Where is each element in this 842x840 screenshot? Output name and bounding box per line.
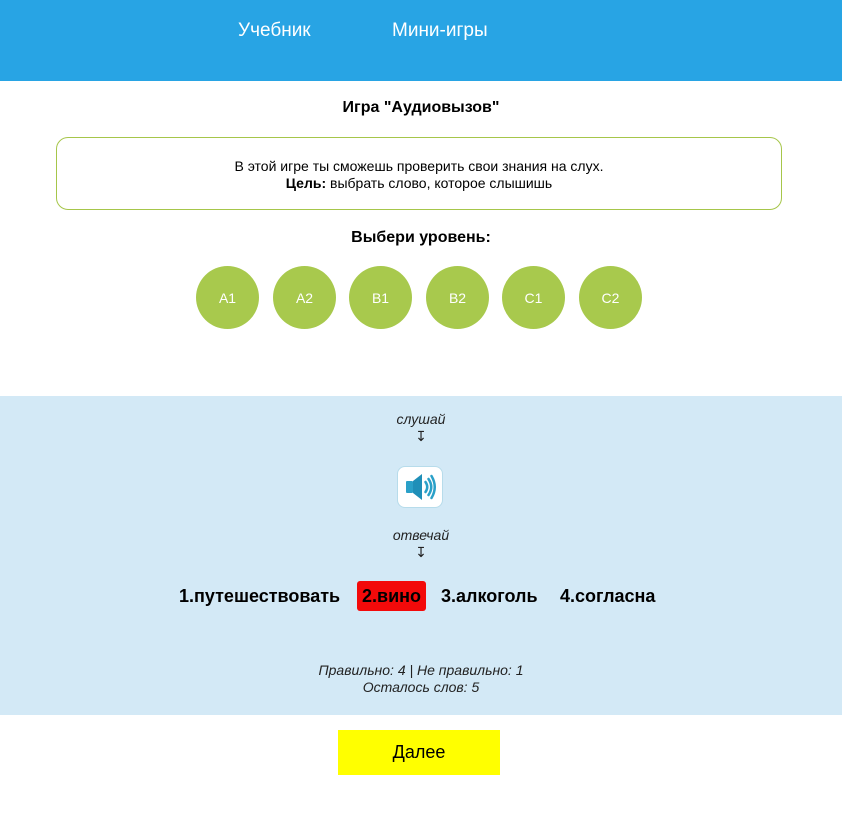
game-goal: Цель: выбрать слово, которое слышишь <box>57 175 781 192</box>
answer-option-4[interactable]: 4.согласна <box>555 581 660 611</box>
words-remaining: Осталось слов: 5 <box>362 679 480 695</box>
down-arrow-icon: ↧ <box>415 544 427 560</box>
level-button-b2[interactable]: B2 <box>426 266 489 329</box>
goal-text: выбрать слово, которое слышишь <box>330 175 553 191</box>
goal-label: Цель: <box>285 175 327 191</box>
down-arrow-icon: ↧ <box>415 428 427 444</box>
speaker-icon <box>406 474 436 500</box>
score-correct-wrong: Правильно: 4 | Не правильно: 1 <box>318 662 524 678</box>
level-button-a2[interactable]: A2 <box>273 266 336 329</box>
game-title: Игра "Аудиовызов" <box>342 99 500 116</box>
game-description: В этой игре ты сможешь проверить свои зн… <box>234 158 604 174</box>
level-button-c2[interactable]: C2 <box>579 266 642 329</box>
game-info-box: В этой игре ты сможешь проверить свои зн… <box>56 137 782 210</box>
answer-option-3[interactable]: 3.алкоголь <box>436 581 543 611</box>
nav-link-textbook[interactable]: Учебник <box>238 20 311 42</box>
play-audio-button[interactable] <box>397 466 443 508</box>
top-header: Учебник Мини-игры <box>0 0 842 81</box>
answer-hint: отвечай <box>392 527 450 543</box>
answer-option-1[interactable]: 1.путешествовать <box>174 581 345 611</box>
next-button[interactable]: Далее <box>338 730 500 775</box>
nav-link-mini-games[interactable]: Мини-игры <box>392 20 488 42</box>
level-selector: A1 A2 B1 B2 C1 C2 <box>196 266 656 330</box>
score-stats: Правильно: 4 | Не правильно: 1 Осталось … <box>0 662 842 696</box>
answer-options: 1.путешествовать 2.вино 3.алкоголь 4.сог… <box>0 581 842 611</box>
level-button-b1[interactable]: B1 <box>349 266 412 329</box>
level-title: Выбери уровень: <box>351 229 491 246</box>
answer-option-2-wrong[interactable]: 2.вино <box>357 581 427 611</box>
listen-hint: слушай <box>396 411 446 427</box>
level-button-a1[interactable]: A1 <box>196 266 259 329</box>
level-button-c1[interactable]: C1 <box>502 266 565 329</box>
